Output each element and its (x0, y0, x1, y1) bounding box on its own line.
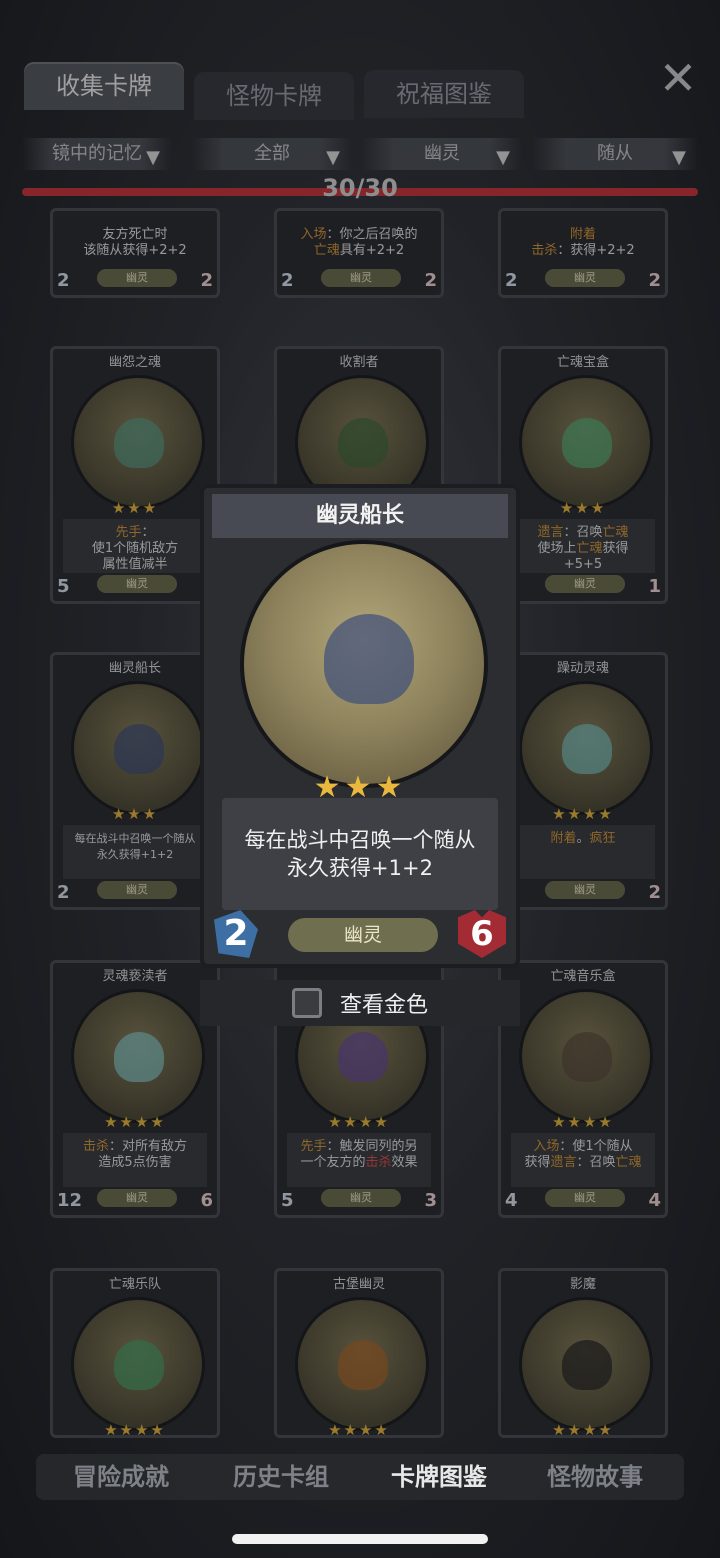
gold-toggle-label: 查看金色 (339, 993, 428, 1018)
home-indicator[interactable] (232, 1534, 488, 1544)
nav-card-gallery[interactable]: 卡牌图鉴 (364, 1454, 514, 1500)
checkbox[interactable] (291, 988, 322, 1018)
gold-toggle[interactable]: 查看金色 (200, 980, 520, 1026)
card-detail-tag: 幽灵 (288, 918, 438, 952)
card-detail-attack: 2 (214, 910, 258, 958)
nav-history-decks[interactable]: 历史卡组 (206, 1454, 356, 1500)
card-detail: 幽灵船长 ★★★ 每在战斗中召唤一个随从 永久获得+1+2 幽灵 2 6 (200, 484, 520, 968)
card-detail-portrait (240, 540, 488, 788)
desc-line-2: 永久获得+1+2 (287, 856, 433, 880)
card-detail-health: 6 (458, 910, 506, 958)
nav-achievements[interactable]: 冒险成就 (46, 1454, 196, 1500)
desc-line-1: 每在战斗中召唤一个随从 (244, 828, 476, 852)
captain-icon (324, 614, 414, 704)
bottom-nav: 冒险成就 历史卡组 卡牌图鉴 怪物故事 (36, 1454, 684, 1500)
card-detail-desc: 每在战斗中召唤一个随从 永久获得+1+2 (222, 798, 498, 910)
card-detail-title: 幽灵船长 (212, 494, 508, 538)
nav-monster-stories[interactable]: 怪物故事 (520, 1454, 670, 1500)
